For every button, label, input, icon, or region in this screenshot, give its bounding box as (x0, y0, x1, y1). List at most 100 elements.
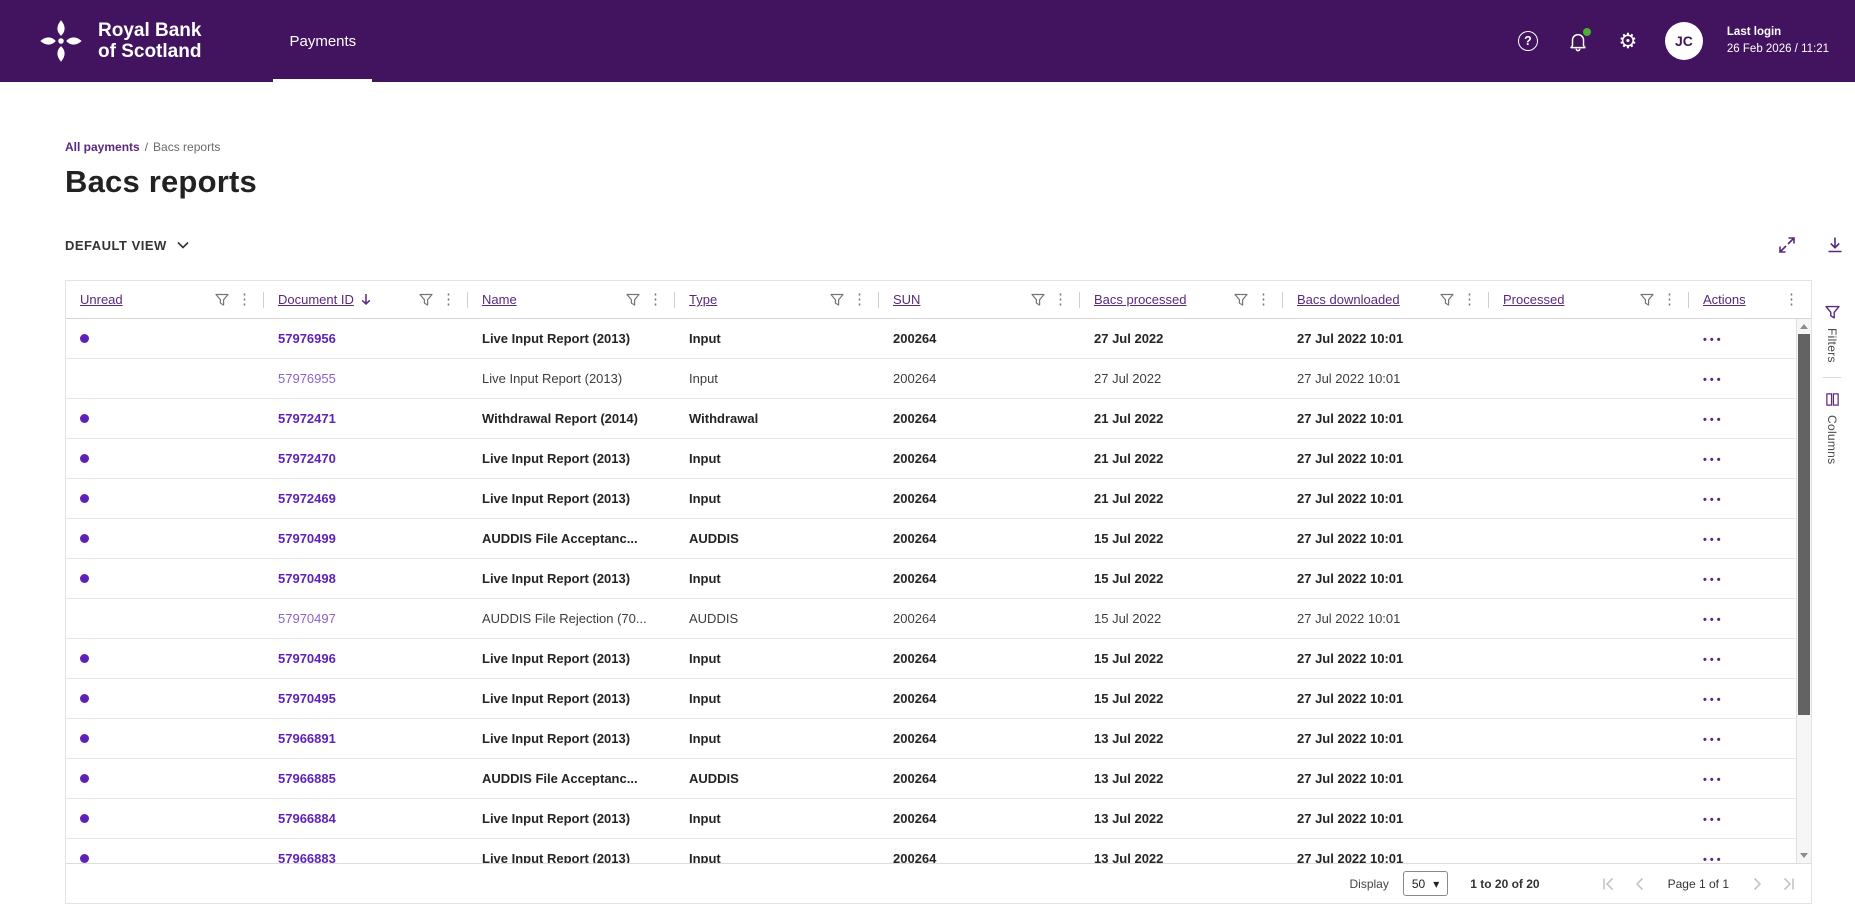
settings-button[interactable]: ⚙ (1615, 28, 1641, 54)
cell-document-id[interactable]: 57972469 (278, 491, 336, 506)
column-label[interactable]: Document ID (278, 292, 354, 307)
nav-tab-payments[interactable]: Payments (273, 0, 372, 82)
column-label[interactable]: Actions (1703, 292, 1746, 307)
row-actions-button[interactable]: ••• (1703, 334, 1724, 346)
scroll-down-arrow[interactable] (1797, 848, 1811, 862)
table-row[interactable]: 57976956 Live Input Report (2013) Input … (66, 319, 1796, 359)
cell-document-id[interactable]: 57966891 (278, 731, 336, 746)
user-avatar[interactable]: JC (1664, 22, 1703, 60)
cell-document-id[interactable]: 57970496 (278, 651, 336, 666)
column-header[interactable]: Bacs processed ⋮ (1080, 281, 1283, 318)
rail-tab-columns[interactable]: Columns (1825, 382, 1840, 474)
table-row[interactable]: 57970498 Live Input Report (2013) Input … (66, 559, 1796, 599)
next-page-button[interactable] (1749, 876, 1765, 892)
column-header[interactable]: Processed ⋮ (1489, 281, 1689, 318)
column-menu-icon[interactable]: ⋮ (1782, 292, 1801, 307)
column-header[interactable]: Name ⋮ (468, 281, 675, 318)
column-header[interactable]: Actions ⋮ (1689, 281, 1811, 318)
row-actions-button[interactable]: ••• (1703, 814, 1724, 826)
table-row[interactable]: 57972470 Live Input Report (2013) Input … (66, 439, 1796, 479)
table-row[interactable]: 57976955 Live Input Report (2013) Input … (66, 359, 1796, 399)
filter-icon[interactable] (1031, 293, 1045, 307)
row-actions-button[interactable]: ••• (1703, 414, 1724, 426)
cell-document-id[interactable]: 57966884 (278, 811, 336, 826)
row-actions-button[interactable]: ••• (1703, 774, 1724, 786)
filter-icon[interactable] (626, 293, 640, 307)
table-row[interactable]: 57966883 Live Input Report (2013) Input … (66, 839, 1796, 863)
cell-document-id[interactable]: 57972470 (278, 451, 336, 466)
cell-document-id[interactable]: 57976955 (278, 371, 336, 386)
column-label[interactable]: Bacs processed (1094, 292, 1187, 307)
table-row[interactable]: 57970497 AUDDIS File Rejection (70... AU… (66, 599, 1796, 639)
filter-icon[interactable] (1640, 293, 1654, 307)
expand-button[interactable] (1777, 235, 1797, 255)
column-menu-icon[interactable]: ⋮ (235, 292, 254, 307)
row-actions-button[interactable]: ••• (1703, 734, 1724, 746)
notifications-button[interactable] (1565, 28, 1591, 54)
breadcrumb-all-payments[interactable]: All payments (65, 140, 140, 154)
cell-document-id[interactable]: 57970498 (278, 571, 336, 586)
page-size-select[interactable]: 50 ▾ (1402, 871, 1449, 896)
cell-document-id[interactable]: 57966885 (278, 771, 336, 786)
row-actions-button[interactable]: ••• (1703, 574, 1724, 586)
column-label[interactable]: SUN (893, 292, 920, 307)
table-row[interactable]: 57970495 Live Input Report (2013) Input … (66, 679, 1796, 719)
table-row[interactable]: 57966885 AUDDIS File Acceptanc... AUDDIS… (66, 759, 1796, 799)
table-row[interactable]: 57966891 Live Input Report (2013) Input … (66, 719, 1796, 759)
column-menu-icon[interactable]: ⋮ (850, 292, 869, 307)
cell-document-id[interactable]: 57966883 (278, 851, 336, 863)
row-actions-button[interactable]: ••• (1703, 654, 1724, 666)
cell-type: Withdrawal (689, 411, 759, 426)
scroll-thumb[interactable] (1798, 334, 1810, 715)
scroll-up-arrow[interactable] (1797, 319, 1811, 333)
cell-document-id[interactable]: 57970499 (278, 531, 336, 546)
row-actions-button[interactable]: ••• (1703, 494, 1724, 506)
column-menu-icon[interactable]: ⋮ (1254, 292, 1273, 307)
cell-document-id[interactable]: 57970497 (278, 611, 336, 626)
column-label[interactable]: Type (689, 292, 717, 307)
cell-document-id[interactable]: 57972471 (278, 411, 336, 426)
last-page-button[interactable] (1781, 876, 1797, 892)
vertical-scrollbar[interactable] (1796, 319, 1811, 863)
column-header[interactable]: Unread ⋮ (66, 281, 264, 318)
cell-document-id[interactable]: 57976956 (278, 331, 336, 346)
filter-icon[interactable] (830, 293, 844, 307)
row-actions-button[interactable]: ••• (1703, 614, 1724, 626)
row-actions-button[interactable]: ••• (1703, 454, 1724, 466)
table-row[interactable]: 57966884 Live Input Report (2013) Input … (66, 799, 1796, 839)
column-header[interactable]: SUN ⋮ (879, 281, 1080, 318)
cell-bacs-processed: 21 Jul 2022 (1094, 411, 1164, 426)
row-actions-button[interactable]: ••• (1703, 854, 1724, 863)
table-row[interactable]: 57970496 Live Input Report (2013) Input … (66, 639, 1796, 679)
column-label[interactable]: Bacs downloaded (1297, 292, 1400, 307)
column-menu-icon[interactable]: ⋮ (1660, 292, 1679, 307)
filter-icon[interactable] (215, 293, 229, 307)
cell-document-id[interactable]: 57970495 (278, 691, 336, 706)
filter-icon[interactable] (419, 293, 433, 307)
column-label[interactable]: Unread (80, 292, 123, 307)
download-button[interactable] (1825, 235, 1845, 255)
help-button[interactable]: ? (1515, 28, 1541, 54)
column-menu-icon[interactable]: ⋮ (1051, 292, 1070, 307)
row-actions-button[interactable]: ••• (1703, 374, 1724, 386)
table-row[interactable]: 57972469 Live Input Report (2013) Input … (66, 479, 1796, 519)
sort-desc-icon[interactable] (360, 293, 372, 306)
table-row[interactable]: 57970499 AUDDIS File Acceptanc... AUDDIS… (66, 519, 1796, 559)
column-header[interactable]: Type ⋮ (675, 281, 879, 318)
column-header[interactable]: Bacs downloaded ⋮ (1283, 281, 1489, 318)
rail-tab-filters[interactable]: Filters (1824, 295, 1840, 373)
row-actions-button[interactable]: ••• (1703, 534, 1724, 546)
column-menu-icon[interactable]: ⋮ (439, 292, 458, 307)
table-row[interactable]: 57972471 Withdrawal Report (2014) Withdr… (66, 399, 1796, 439)
column-label[interactable]: Processed (1503, 292, 1564, 307)
column-header[interactable]: Document ID ⋮ (264, 281, 468, 318)
column-menu-icon[interactable]: ⋮ (646, 292, 665, 307)
prev-page-button[interactable] (1632, 876, 1648, 892)
column-menu-icon[interactable]: ⋮ (1460, 292, 1479, 307)
column-label[interactable]: Name (482, 292, 517, 307)
row-actions-button[interactable]: ••• (1703, 694, 1724, 706)
first-page-button[interactable] (1600, 876, 1616, 892)
view-selector[interactable]: DEFAULT VIEW (65, 238, 190, 253)
filter-icon[interactable] (1234, 293, 1248, 307)
filter-icon[interactable] (1440, 293, 1454, 307)
